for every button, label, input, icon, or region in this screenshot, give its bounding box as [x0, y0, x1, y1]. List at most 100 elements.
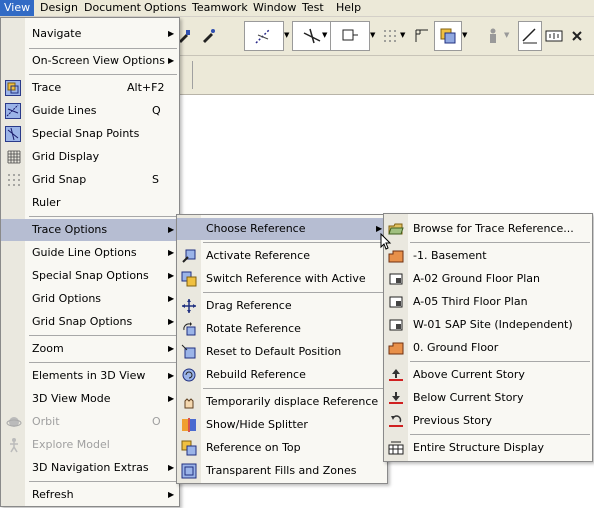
submenu-arrow-icon: ▶	[168, 344, 175, 353]
trace-toolbar-icon[interactable]	[434, 21, 462, 51]
menu-item-navigate[interactable]: Navigate ▶	[1, 23, 179, 45]
menu-separator	[410, 434, 590, 435]
menu-item-trace[interactable]: Trace Alt+F2	[1, 77, 179, 99]
menu-window[interactable]: Window	[249, 0, 300, 16]
toolbar: ▼ ▼ ▼ ▼ ▼ ▼	[170, 17, 594, 56]
menu-test[interactable]: Test	[298, 0, 328, 16]
below-story-icon	[388, 390, 404, 406]
layout-icon	[388, 271, 404, 287]
menu-item-ground-floor[interactable]: 0. Ground Floor	[384, 337, 592, 359]
menu-separator	[410, 242, 590, 243]
menu-item-activate-reference[interactable]: Activate Reference	[177, 245, 387, 267]
menu-item-label: 0. Ground Floor	[413, 341, 499, 354]
above-story-icon	[388, 367, 404, 383]
menu-item-label: Above Current Story	[413, 368, 525, 381]
menu-item-reference-on-top[interactable]: Reference on Top	[177, 437, 387, 459]
menu-item-label: Temporarily displace Reference	[206, 395, 379, 408]
submenu-arrow-icon: ▶	[168, 394, 175, 403]
menu-item-rotate-reference[interactable]: Rotate Reference	[177, 318, 387, 340]
menu-item-browse-trace-reference[interactable]: Browse for Trace Reference...	[384, 218, 592, 240]
menu-item-elements-in-3d-view[interactable]: Elements in 3D View ▶	[1, 365, 179, 387]
drag-reference-icon	[181, 298, 197, 314]
grid-snap-toolbar-icon[interactable]	[378, 21, 402, 51]
menu-separator	[203, 292, 385, 293]
menu-item-grid-snap[interactable]: Grid Snap S	[1, 169, 179, 191]
menu-item-a05-third-floor-plan[interactable]: A-05 Third Floor Plan	[384, 291, 592, 313]
menu-item-label: Choose Reference	[206, 222, 306, 235]
menu-item-label: Drag Reference	[206, 299, 292, 312]
menu-separator	[29, 48, 177, 49]
menu-item-w01-sap-site[interactable]: W-01 SAP Site (Independent)	[384, 314, 592, 336]
guide-line-tool-icon[interactable]	[244, 21, 284, 51]
menu-separator	[29, 335, 177, 336]
dropdown-arrow-icon[interactable]: ▼	[322, 31, 327, 39]
inject-icon[interactable]	[196, 21, 220, 51]
dropdown-arrow-icon[interactable]: ▼	[400, 31, 405, 39]
grid-snap-icon	[6, 172, 22, 188]
menu-separator	[29, 481, 177, 482]
mouse-cursor-icon	[380, 233, 392, 250]
submenu-arrow-icon: ▶	[168, 371, 175, 380]
menu-item-basement[interactable]: -1. Basement	[384, 245, 592, 267]
menu-help[interactable]: Help	[332, 0, 365, 16]
menu-options[interactable]: Options	[140, 0, 190, 16]
construction-grid-icon[interactable]	[410, 21, 434, 51]
menu-item-previous-story[interactable]: Previous Story	[384, 410, 592, 432]
menu-item-label: Grid Display	[32, 150, 100, 163]
dropdown-arrow-icon[interactable]: ▼	[370, 31, 375, 39]
submenu-arrow-icon: ▶	[168, 271, 175, 280]
menu-item-show-hide-splitter[interactable]: Show/Hide Splitter	[177, 414, 387, 436]
menu-item-transparent-fills[interactable]: Transparent Fills and Zones	[177, 460, 387, 482]
dropdown-arrow-icon[interactable]: ▼	[462, 31, 467, 39]
menu-item-above-current-story[interactable]: Above Current Story	[384, 364, 592, 386]
menu-item-3d-navigation-extras[interactable]: 3D Navigation Extras ▶	[1, 457, 179, 479]
menu-item-special-snap-options[interactable]: Special Snap Options ▶	[1, 265, 179, 287]
menu-item-label: Below Current Story	[413, 391, 524, 404]
menu-document[interactable]: Document	[80, 0, 145, 16]
menu-item-rebuild-reference[interactable]: Rebuild Reference	[177, 364, 387, 386]
menu-item-3d-view-mode[interactable]: 3D View Mode ▶	[1, 388, 179, 410]
menu-item-label: 3D Navigation Extras	[32, 461, 149, 474]
measure-icon[interactable]	[518, 21, 542, 51]
menu-item-grid-snap-options[interactable]: Grid Snap Options ▶	[1, 311, 179, 333]
dropdown-arrow-icon[interactable]: ▼	[284, 31, 289, 39]
menu-item-on-screen-view-options[interactable]: On-Screen View Options ▶	[1, 50, 179, 72]
menu-item-label: -1. Basement	[413, 249, 487, 262]
menu-item-label: Rebuild Reference	[206, 368, 306, 381]
menu-item-temporarily-displace[interactable]: Temporarily displace Reference	[177, 391, 387, 413]
submenu-arrow-icon: ▶	[168, 248, 175, 257]
submenu-arrow-icon: ▶	[168, 29, 175, 38]
menu-item-label: Guide Line Options	[32, 246, 137, 259]
menu-item-reset-default-position[interactable]: Reset to Default Position	[177, 341, 387, 363]
menu-item-zoom[interactable]: Zoom ▶	[1, 338, 179, 360]
menu-item-a02-ground-floor-plan[interactable]: A-02 Ground Floor Plan	[384, 268, 592, 290]
menu-separator	[410, 361, 590, 362]
menu-item-below-current-story[interactable]: Below Current Story	[384, 387, 592, 409]
menu-item-trace-options[interactable]: Trace Options ▶	[1, 219, 179, 241]
menu-item-label: Grid Options	[32, 292, 102, 305]
dropdown-arrow-icon: ▼	[504, 31, 510, 39]
scale-ruler-icon[interactable]	[542, 21, 566, 51]
menu-item-guide-lines[interactable]: Guide Lines Q	[1, 100, 179, 122]
menu-view[interactable]: View	[0, 0, 35, 16]
shortcut-label: O	[152, 415, 161, 428]
menu-item-ruler[interactable]: Ruler	[1, 192, 179, 214]
menu-item-label: Grid Snap Options	[32, 315, 133, 328]
menu-item-guide-line-options[interactable]: Guide Line Options ▶	[1, 242, 179, 264]
menu-item-entire-structure-display[interactable]: Entire Structure Display	[384, 437, 592, 459]
menu-teamwork[interactable]: Teamwork	[188, 0, 252, 16]
menu-item-grid-options[interactable]: Grid Options ▶	[1, 288, 179, 310]
guide-lines-icon	[5, 103, 21, 119]
menu-item-drag-reference[interactable]: Drag Reference	[177, 295, 387, 317]
person-icon[interactable]	[482, 21, 504, 51]
menu-item-label: Trace Options	[32, 223, 108, 236]
dimension-snap-icon[interactable]	[330, 21, 370, 51]
menu-item-switch-reference[interactable]: Switch Reference with Active	[177, 268, 387, 290]
menu-design[interactable]: Design	[36, 0, 82, 16]
close-icon[interactable]	[568, 21, 586, 51]
menu-item-choose-reference[interactable]: Choose Reference ▶	[177, 218, 387, 240]
menu-item-refresh[interactable]: Refresh ▶	[1, 484, 179, 506]
menu-separator	[203, 242, 385, 243]
menu-item-grid-display[interactable]: Grid Display	[1, 146, 179, 168]
menu-item-special-snap-points[interactable]: Special Snap Points	[1, 123, 179, 145]
